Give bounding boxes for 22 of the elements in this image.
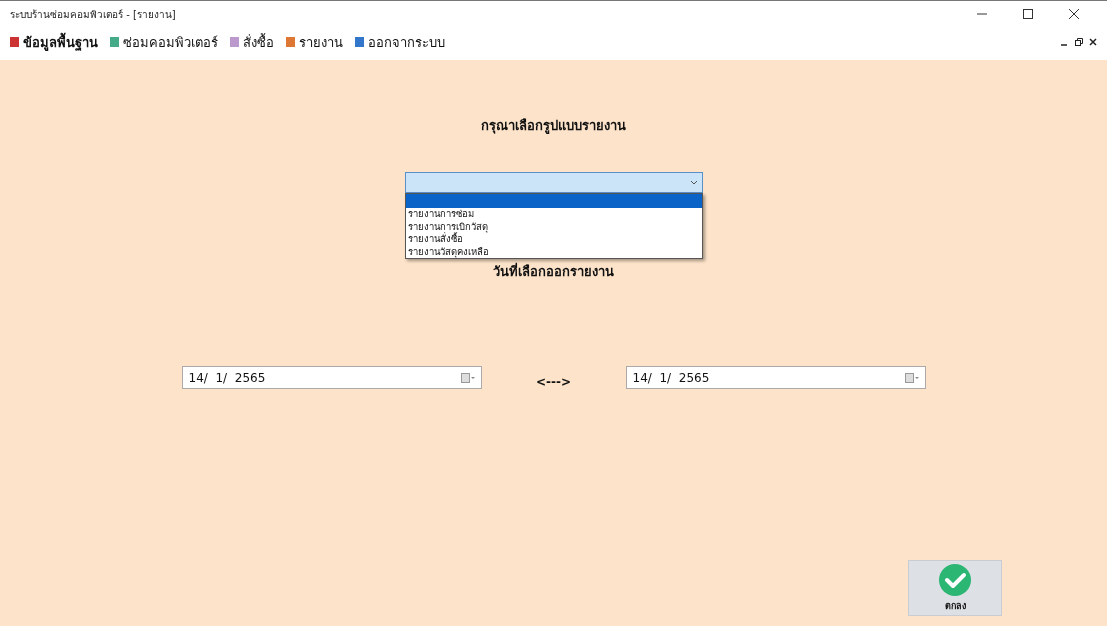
dropdown-option[interactable]: รายงานการซ่อม: [405, 208, 702, 221]
calendar-icon[interactable]: [460, 372, 475, 383]
range-arrow: <--->: [534, 374, 573, 389]
maximize-icon[interactable]: [1023, 9, 1033, 19]
calendar-icon[interactable]: [904, 372, 919, 383]
date-from-field[interactable]: 14/ 1/ 2565: [181, 366, 482, 389]
date-to-field[interactable]: 14/ 1/ 2565: [625, 366, 926, 389]
report-type-heading: กรุณาเลือกรูปแบบรายงาน: [481, 117, 626, 136]
menu-item[interactable]: ข้อมูลพื้นฐาน: [10, 31, 98, 53]
menu-item[interactable]: ออกจากระบบ: [355, 31, 445, 53]
dropdown-option[interactable]: รายงานสั่งซื้อ: [405, 233, 702, 246]
restore-icon[interactable]: [1075, 38, 1083, 46]
menu-item[interactable]: รายงาน: [286, 31, 343, 53]
menu-item[interactable]: ซ่อมคอมพิวเตอร์: [110, 31, 218, 53]
menu-item[interactable]: สั่งซื้อ: [230, 31, 274, 53]
window-title: ระบบร้านซ่อมคอมพิวเตอร์ - [รายงาน]: [10, 8, 177, 22]
date-heading: วันที่เลือกออกรายงาน: [493, 261, 614, 281]
check-icon: [938, 563, 972, 597]
caret-icon: [689, 179, 698, 186]
close-icon[interactable]: [1089, 38, 1097, 46]
close-icon[interactable]: [1069, 9, 1079, 19]
ok-button[interactable]: ตกลง: [908, 560, 1002, 616]
